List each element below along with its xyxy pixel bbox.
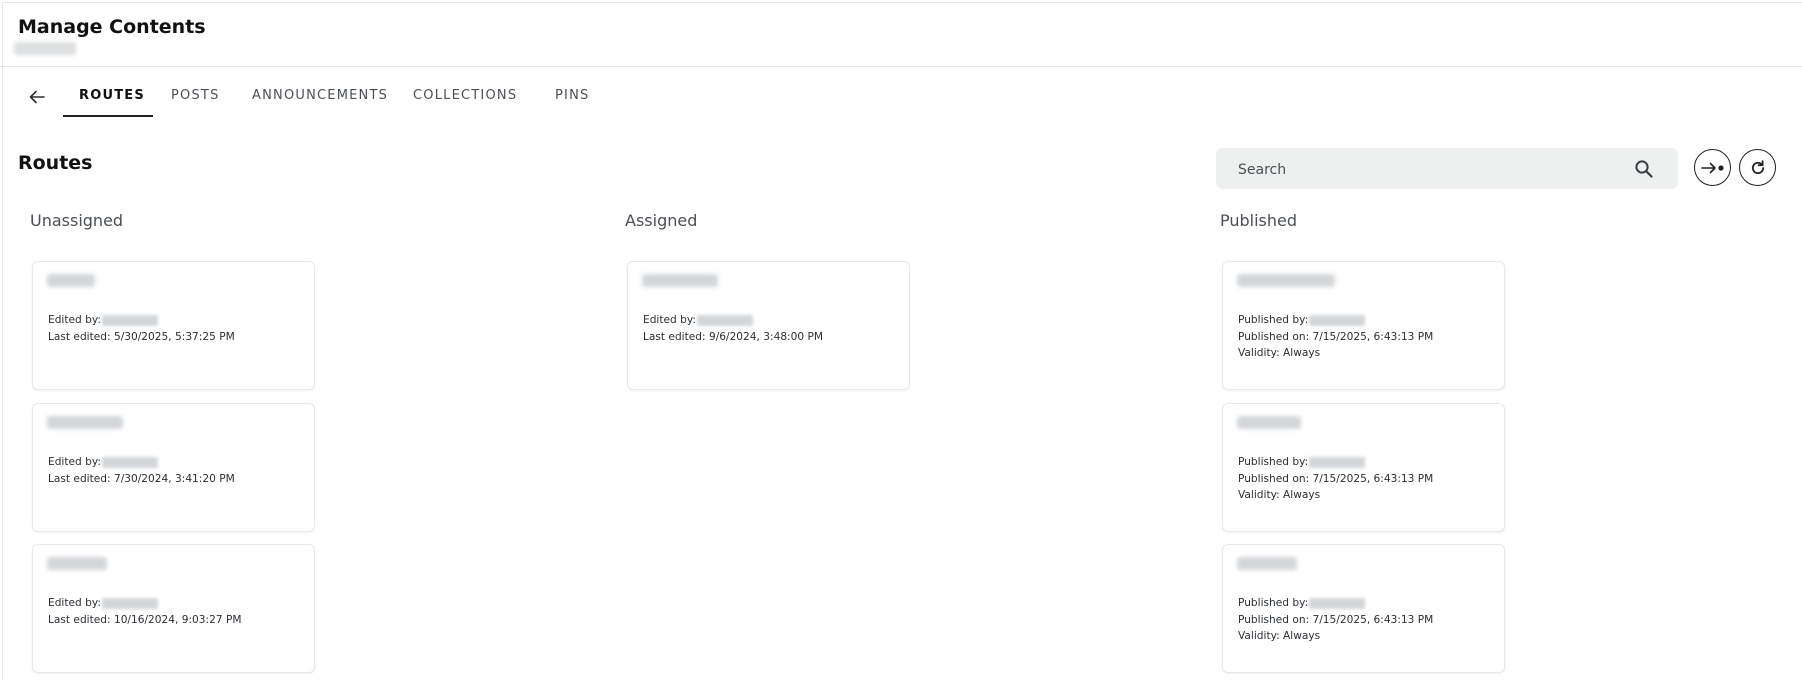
published-by-line: Published by:: [1238, 314, 1366, 326]
route-card[interactable]: Published by: Published on: 7/15/2025, 6…: [1222, 261, 1505, 390]
route-card[interactable]: Edited by: Last edited: 9/6/2024, 3:48:0…: [627, 261, 910, 390]
page-header: Manage Contents: [0, 0, 1802, 67]
last-edited: Last edited: 9/6/2024, 3:48:00 PM: [643, 331, 824, 343]
edited-by-line: Edited by:: [643, 314, 753, 326]
section-title: Routes: [18, 152, 93, 174]
refresh-button[interactable]: [1739, 149, 1776, 186]
validity: Validity: Always: [1238, 489, 1321, 501]
export-button[interactable]: [1694, 149, 1731, 186]
validity: Validity: Always: [1238, 347, 1321, 359]
tab-announcements[interactable]: ANNOUNCEMENTS: [252, 88, 388, 103]
validity: Validity: Always: [1238, 630, 1321, 642]
edited-by-label: Edited by:: [48, 456, 101, 468]
tab-bar: ROUTES POSTS ANNOUNCEMENTS COLLECTIONS P…: [0, 78, 700, 118]
published-by-label: Published by:: [1238, 597, 1309, 609]
route-name-redacted: [47, 274, 95, 287]
column-title-published: Published: [1220, 211, 1298, 230]
route-card[interactable]: Published by: Published on: 7/15/2025, 6…: [1222, 544, 1505, 673]
published-by-label: Published by:: [1238, 456, 1309, 468]
tab-collections[interactable]: COLLECTIONS: [413, 88, 517, 103]
route-name-redacted: [1237, 274, 1335, 287]
published-by-line: Published by:: [1238, 456, 1366, 468]
route-card[interactable]: Edited by: Last edited: 10/16/2024, 9:03…: [32, 544, 315, 673]
published-on: Published on: 7/15/2025, 6:43:13 PM: [1238, 614, 1434, 626]
last-edited: Last edited: 5/30/2025, 5:37:25 PM: [48, 331, 235, 343]
search-icon[interactable]: [1634, 159, 1654, 179]
search-box: [1216, 148, 1678, 191]
published-on: Published on: 7/15/2025, 6:43:13 PM: [1238, 331, 1434, 343]
tab-routes[interactable]: ROUTES: [79, 88, 145, 103]
edited-by-label: Edited by:: [48, 314, 101, 326]
edited-by-line: Edited by:: [48, 314, 158, 326]
tab-posts[interactable]: POSTS: [171, 88, 220, 103]
published-on: Published on: 7/15/2025, 6:43:13 PM: [1238, 473, 1434, 485]
active-tab-indicator: [63, 115, 153, 117]
page-title: Manage Contents: [18, 16, 206, 38]
last-edited: Last edited: 10/16/2024, 9:03:27 PM: [48, 614, 242, 626]
edited-by-line: Edited by:: [48, 597, 158, 609]
route-card[interactable]: Published by: Published on: 7/15/2025, 6…: [1222, 403, 1505, 532]
published-by-label: Published by:: [1238, 314, 1309, 326]
publisher-name-redacted: [1309, 314, 1366, 326]
route-name-redacted: [642, 274, 718, 287]
published-by-line: Published by:: [1238, 597, 1366, 609]
subtitle-redacted: [14, 42, 76, 55]
editor-name-redacted: [101, 456, 158, 468]
editor-name-redacted: [696, 314, 753, 326]
route-name-redacted: [1237, 557, 1297, 570]
search-input[interactable]: [1236, 148, 1620, 191]
route-card[interactable]: Edited by: Last edited: 5/30/2025, 5:37:…: [32, 261, 315, 390]
last-edited: Last edited: 7/30/2024, 3:41:20 PM: [48, 473, 235, 485]
route-name-redacted: [1237, 416, 1301, 429]
editor-name-redacted: [101, 314, 158, 326]
refresh-icon: [1751, 159, 1764, 174]
arrow-left-icon: [29, 90, 45, 104]
edited-by-line: Edited by:: [48, 456, 158, 468]
editor-name-redacted: [101, 597, 158, 609]
back-button[interactable]: [26, 86, 48, 108]
column-title-assigned: Assigned: [625, 211, 698, 230]
column-title-unassigned: Unassigned: [30, 211, 124, 230]
tab-pins[interactable]: PINS: [555, 88, 589, 103]
route-card[interactable]: Edited by: Last edited: 7/30/2024, 3:41:…: [32, 403, 315, 532]
publisher-name-redacted: [1309, 597, 1366, 609]
route-name-redacted: [47, 416, 123, 429]
arrow-right-dot-icon: [1700, 162, 1724, 173]
edited-by-label: Edited by:: [643, 314, 696, 326]
publisher-name-redacted: [1309, 456, 1366, 468]
edited-by-label: Edited by:: [48, 597, 101, 609]
route-name-redacted: [47, 557, 107, 570]
